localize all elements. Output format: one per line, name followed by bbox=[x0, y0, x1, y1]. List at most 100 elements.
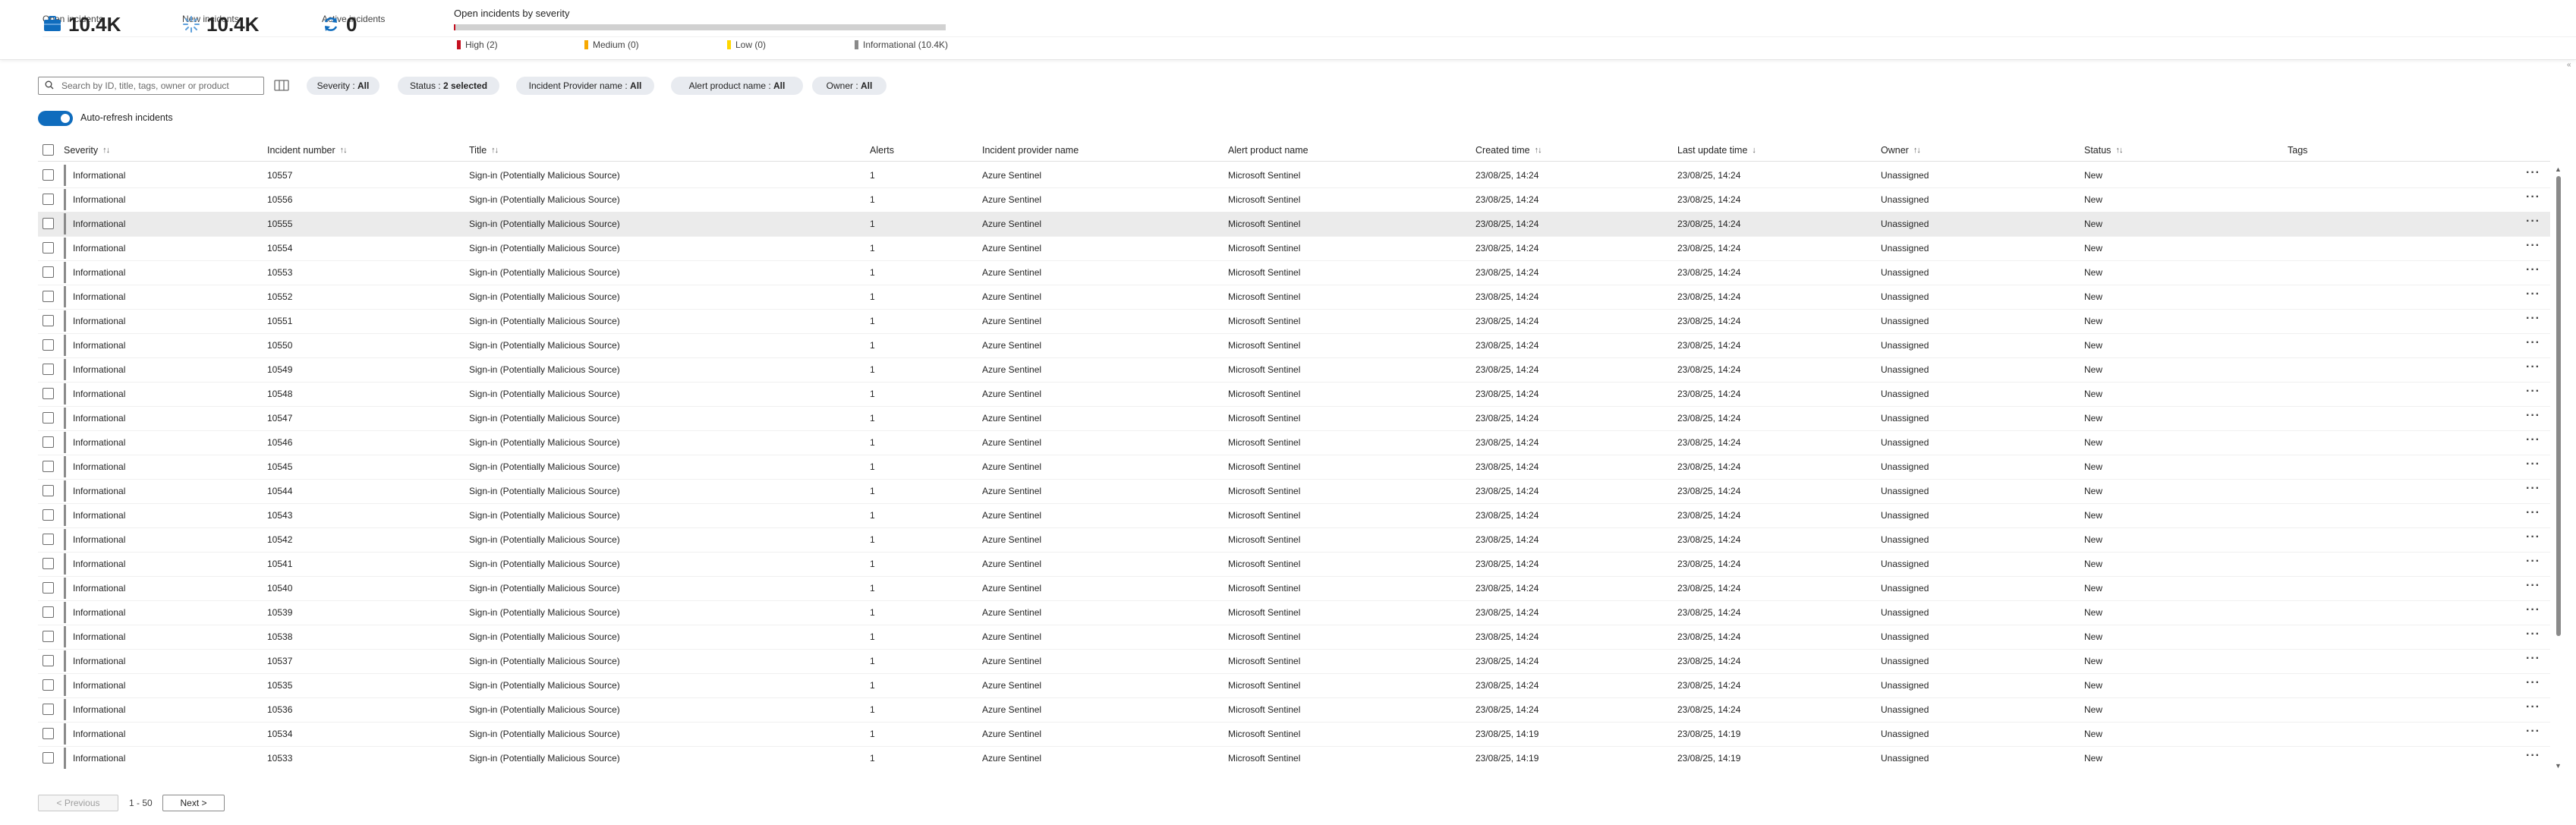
table-row[interactable]: Informational 10557 Sign-in (Potentially M… bbox=[38, 163, 2550, 188]
table-row[interactable]: Informational 10553 Sign-in (Potentially M… bbox=[38, 260, 2550, 285]
cell-title[interactable]: Sign-in (Potentially Malicious Source) bbox=[469, 704, 620, 715]
filter-owner[interactable]: Owner : All bbox=[812, 77, 886, 95]
select-all-checkbox[interactable] bbox=[43, 144, 54, 156]
table-row[interactable]: Informational 10538 Sign-in (Potentially M… bbox=[38, 625, 2550, 650]
table-row[interactable]: Informational 10551 Sign-in (Potentially M… bbox=[38, 309, 2550, 334]
row-checkbox[interactable] bbox=[43, 485, 54, 496]
col-severity[interactable]: Severity ↑↓ bbox=[64, 145, 110, 156]
col-alerts[interactable]: Alerts bbox=[870, 145, 894, 156]
more-actions-icon[interactable]: ··· bbox=[2526, 580, 2540, 592]
row-checkbox[interactable] bbox=[43, 436, 54, 448]
row-checkbox[interactable] bbox=[43, 266, 54, 278]
row-checkbox[interactable] bbox=[43, 631, 54, 642]
col-created-time[interactable]: Created time ↑↓ bbox=[1475, 145, 1542, 156]
row-checkbox[interactable] bbox=[43, 339, 54, 351]
row-checkbox[interactable] bbox=[43, 509, 54, 521]
col-alert-product[interactable]: Alert product name bbox=[1228, 145, 1308, 156]
more-actions-icon[interactable]: ··· bbox=[2526, 556, 2540, 568]
row-checkbox[interactable] bbox=[43, 582, 54, 594]
cell-title[interactable]: Sign-in (Potentially Malicious Source) bbox=[469, 437, 620, 448]
cell-title[interactable]: Sign-in (Potentially Malicious Source) bbox=[469, 486, 620, 496]
table-row[interactable]: Informational 10536 Sign-in (Potentially M… bbox=[38, 697, 2550, 723]
row-checkbox[interactable] bbox=[43, 606, 54, 618]
table-row[interactable]: Informational 10547 Sign-in (Potentially M… bbox=[38, 406, 2550, 431]
search-box[interactable] bbox=[38, 77, 264, 95]
row-checkbox[interactable] bbox=[43, 752, 54, 764]
cell-title[interactable]: Sign-in (Potentially Malicious Source) bbox=[469, 389, 620, 399]
previous-page-button[interactable]: < Previous bbox=[38, 795, 118, 811]
row-checkbox[interactable] bbox=[43, 315, 54, 326]
table-row[interactable]: Informational 10535 Sign-in (Potentially M… bbox=[38, 673, 2550, 698]
table-row[interactable]: Informational 10534 Sign-in (Potentially M… bbox=[38, 722, 2550, 747]
row-checkbox[interactable] bbox=[43, 655, 54, 666]
row-checkbox[interactable] bbox=[43, 534, 54, 545]
scroll-down-icon[interactable]: ▼ bbox=[2555, 762, 2562, 770]
cell-title[interactable]: Sign-in (Potentially Malicious Source) bbox=[469, 194, 620, 205]
more-actions-icon[interactable]: ··· bbox=[2526, 434, 2540, 446]
cell-title[interactable]: Sign-in (Potentially Malicious Source) bbox=[469, 753, 620, 764]
more-actions-icon[interactable]: ··· bbox=[2526, 361, 2540, 373]
cell-title[interactable]: Sign-in (Potentially Malicious Source) bbox=[469, 559, 620, 569]
more-actions-icon[interactable]: ··· bbox=[2526, 750, 2540, 762]
cell-title[interactable]: Sign-in (Potentially Malicious Source) bbox=[469, 510, 620, 521]
table-row[interactable]: Informational 10537 Sign-in (Potentially M… bbox=[38, 649, 2550, 674]
more-actions-icon[interactable]: ··· bbox=[2526, 628, 2540, 641]
search-input[interactable] bbox=[60, 80, 253, 92]
auto-refresh-toggle[interactable] bbox=[38, 111, 73, 126]
table-row[interactable]: Informational 10552 Sign-in (Potentially M… bbox=[38, 285, 2550, 310]
col-title[interactable]: Title ↑↓ bbox=[469, 145, 499, 156]
more-actions-icon[interactable]: ··· bbox=[2526, 507, 2540, 519]
filter-status[interactable]: Status : 2 selected bbox=[398, 77, 499, 95]
row-checkbox[interactable] bbox=[43, 412, 54, 424]
row-checkbox[interactable] bbox=[43, 169, 54, 181]
col-last-update[interactable]: Last update time ↓ bbox=[1677, 145, 1756, 156]
table-row[interactable]: Informational 10544 Sign-in (Potentially M… bbox=[38, 479, 2550, 504]
table-row[interactable]: Informational 10542 Sign-in (Potentially M… bbox=[38, 527, 2550, 553]
more-actions-icon[interactable]: ··· bbox=[2526, 604, 2540, 616]
row-checkbox[interactable] bbox=[43, 194, 54, 205]
more-actions-icon[interactable]: ··· bbox=[2526, 264, 2540, 276]
row-checkbox[interactable] bbox=[43, 242, 54, 253]
table-row[interactable]: Informational 10555 Sign-in (Potentially M… bbox=[38, 212, 2550, 237]
table-row[interactable]: Informational 10546 Sign-in (Potentially M… bbox=[38, 430, 2550, 455]
row-checkbox[interactable] bbox=[43, 558, 54, 569]
cell-title[interactable]: Sign-in (Potentially Malicious Source) bbox=[469, 631, 620, 642]
cell-title[interactable]: Sign-in (Potentially Malicious Source) bbox=[469, 680, 620, 691]
more-actions-icon[interactable]: ··· bbox=[2526, 288, 2540, 301]
cell-title[interactable]: Sign-in (Potentially Malicious Source) bbox=[469, 316, 620, 326]
scrollbar-thumb[interactable] bbox=[2556, 176, 2561, 636]
cell-title[interactable]: Sign-in (Potentially Malicious Source) bbox=[469, 340, 620, 351]
col-owner[interactable]: Owner ↑↓ bbox=[1881, 145, 1921, 156]
row-checkbox[interactable] bbox=[43, 364, 54, 375]
row-checkbox[interactable] bbox=[43, 679, 54, 691]
cell-title[interactable]: Sign-in (Potentially Malicious Source) bbox=[469, 534, 620, 545]
cell-title[interactable]: Sign-in (Potentially Malicious Source) bbox=[469, 607, 620, 618]
row-checkbox[interactable] bbox=[43, 388, 54, 399]
next-page-button[interactable]: Next > bbox=[162, 795, 225, 811]
cell-title[interactable]: Sign-in (Potentially Malicious Source) bbox=[469, 291, 620, 302]
col-tags[interactable]: Tags bbox=[2288, 145, 2307, 156]
filter-severity[interactable]: Severity : All bbox=[307, 77, 379, 95]
table-row[interactable]: Informational 10539 Sign-in (Potentially M… bbox=[38, 600, 2550, 625]
table-row[interactable]: Informational 10554 Sign-in (Potentially M… bbox=[38, 236, 2550, 261]
more-actions-icon[interactable]: ··· bbox=[2526, 726, 2540, 738]
table-row[interactable]: Informational 10533 Sign-in (Potentially M… bbox=[38, 746, 2550, 770]
table-row[interactable]: Informational 10541 Sign-in (Potentially M… bbox=[38, 552, 2550, 577]
filter-alert-product[interactable]: Alert product name : All bbox=[671, 77, 803, 95]
table-row[interactable]: Informational 10556 Sign-in (Potentially M… bbox=[38, 187, 2550, 213]
more-actions-icon[interactable]: ··· bbox=[2526, 216, 2540, 228]
more-actions-icon[interactable]: ··· bbox=[2526, 337, 2540, 349]
col-status[interactable]: Status ↑↓ bbox=[2084, 145, 2123, 156]
more-actions-icon[interactable]: ··· bbox=[2526, 701, 2540, 713]
cell-title[interactable]: Sign-in (Potentially Malicious Source) bbox=[469, 243, 620, 253]
table-row[interactable]: Informational 10543 Sign-in (Potentially M… bbox=[38, 503, 2550, 528]
cell-title[interactable]: Sign-in (Potentially Malicious Source) bbox=[469, 219, 620, 229]
more-actions-icon[interactable]: ··· bbox=[2526, 531, 2540, 543]
more-actions-icon[interactable]: ··· bbox=[2526, 240, 2540, 252]
col-incident-provider[interactable]: Incident provider name bbox=[982, 145, 1079, 156]
table-row[interactable]: Informational 10540 Sign-in (Potentially M… bbox=[38, 576, 2550, 601]
cell-title[interactable]: Sign-in (Potentially Malicious Source) bbox=[469, 583, 620, 594]
table-row[interactable]: Informational 10549 Sign-in (Potentially M… bbox=[38, 357, 2550, 383]
row-checkbox[interactable] bbox=[43, 291, 54, 302]
more-actions-icon[interactable]: ··· bbox=[2526, 677, 2540, 689]
